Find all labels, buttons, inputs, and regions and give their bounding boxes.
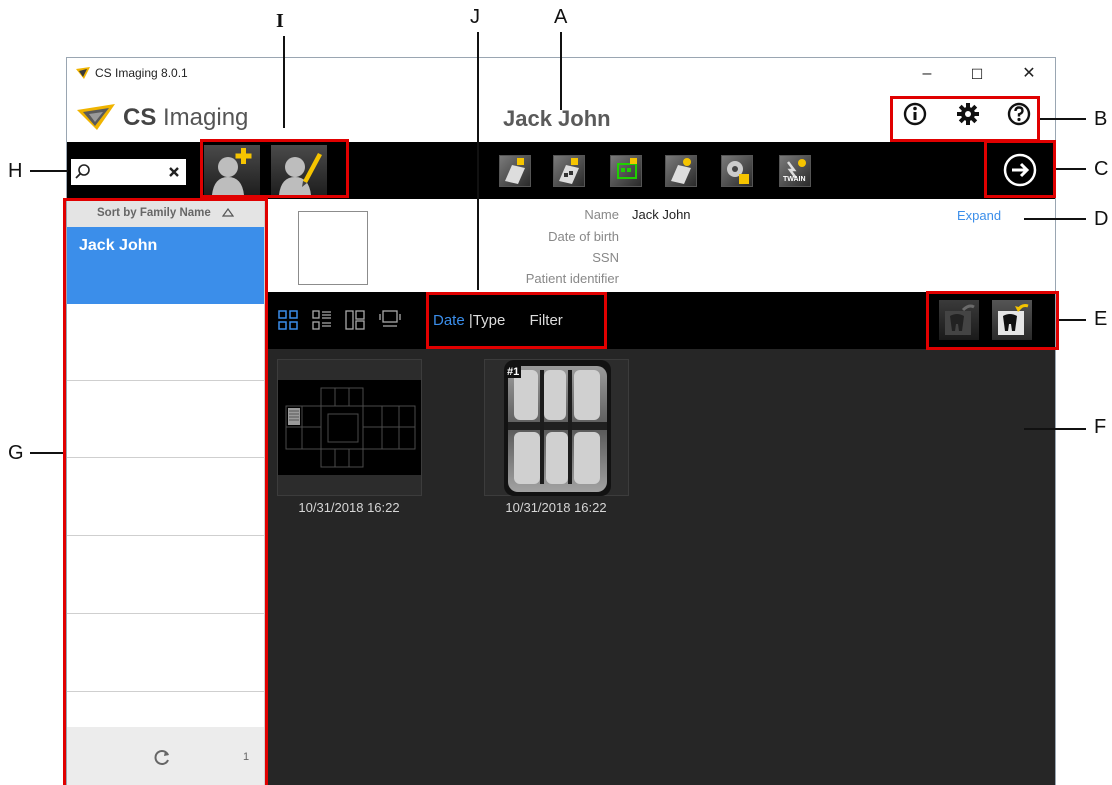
callout-line-d xyxy=(1024,218,1086,220)
highlight-box-g xyxy=(63,198,268,785)
cs-3d-icon xyxy=(727,161,749,184)
sensor-settings-button[interactable] xyxy=(665,155,697,187)
xray-sensor-icon xyxy=(505,158,525,184)
list-view-icon[interactable] xyxy=(312,310,332,330)
image-thumbnail-fmx[interactable] xyxy=(277,359,422,496)
callout-d: D xyxy=(1094,208,1109,230)
callout-a: A xyxy=(554,6,568,28)
callout-line-e xyxy=(1059,319,1086,321)
twain-label: TWAIN xyxy=(783,176,806,183)
acquire-template-button[interactable] xyxy=(610,155,642,187)
dob-label: Date of birth xyxy=(548,229,619,244)
thumbnail-date: 10/31/2018 16:22 xyxy=(298,500,400,515)
highlight-box-e xyxy=(926,291,1059,350)
callout-f: F xyxy=(1094,416,1107,438)
search-input[interactable] xyxy=(93,162,167,182)
close-button[interactable]: ✕ xyxy=(1007,60,1051,88)
acquire-fmx-button[interactable] xyxy=(553,155,585,187)
sensor-settings-icon xyxy=(671,158,691,184)
callout-line-b xyxy=(1040,118,1086,120)
cs-3d-button[interactable] xyxy=(721,155,753,187)
highlight-box-j xyxy=(426,292,607,349)
expand-link[interactable]: Expand xyxy=(957,208,1001,223)
grid-view-icon[interactable] xyxy=(278,310,298,330)
brand-logo-icon xyxy=(77,104,115,130)
ssn-label: SSN xyxy=(592,250,619,265)
template-sensor-icon xyxy=(617,158,637,179)
callout-c: C xyxy=(1094,158,1109,180)
patient-photo[interactable] xyxy=(298,211,368,285)
brand-name: CS Imaging xyxy=(123,104,249,131)
callout-g: G xyxy=(8,442,24,464)
patient-info-panel: Name Date of birth SSN Patient identifie… xyxy=(265,199,1055,292)
thumbnail-date: 10/31/2018 16:22 xyxy=(505,500,607,515)
callout-line-c xyxy=(1056,168,1086,170)
callout-line-i xyxy=(283,36,285,128)
patient-search-box[interactable] xyxy=(71,159,186,185)
acquire-intraoral-button[interactable] xyxy=(499,155,531,187)
twain-button[interactable]: TWAIN xyxy=(779,155,811,187)
search-icon xyxy=(75,164,90,179)
patient-identifier-label: Patient identifier xyxy=(525,271,619,286)
highlight-box-i xyxy=(200,139,349,198)
image-thumbnail-xray[interactable]: #1 xyxy=(484,359,629,496)
callout-h: H xyxy=(8,160,23,182)
compare-view-icon[interactable] xyxy=(345,310,365,330)
name-label: Name xyxy=(584,207,619,222)
callout-line-h xyxy=(30,170,68,172)
maximize-button[interactable]: ☐ xyxy=(955,60,999,88)
window-title: CS Imaging 8.0.1 xyxy=(95,66,188,80)
app-logo-icon xyxy=(76,67,90,79)
image-number-badge: #1 xyxy=(505,366,522,378)
patient-title: Jack John xyxy=(503,106,611,131)
callout-b: B xyxy=(1094,108,1108,130)
highlight-box-c xyxy=(984,140,1056,198)
slideshow-view-icon[interactable] xyxy=(379,309,401,329)
callout-i: I xyxy=(276,10,284,32)
image-gallery: 10/31/2018 16:22 #1 10/31/2018 16:22 xyxy=(265,349,1055,785)
minimize-button[interactable]: – xyxy=(905,60,949,88)
callout-j: J xyxy=(470,6,480,28)
name-value: Jack John xyxy=(632,207,691,222)
fmx-template-thumbnail xyxy=(278,380,421,475)
highlight-box-b xyxy=(890,96,1040,142)
bitewing-xray-image xyxy=(504,360,611,496)
callout-line-a xyxy=(560,32,562,110)
callout-e: E xyxy=(1094,308,1108,330)
callout-line-f xyxy=(1024,428,1086,430)
callout-line-g xyxy=(30,452,63,454)
fmx-sensor-icon xyxy=(559,158,579,184)
callout-line-j xyxy=(477,32,479,290)
clear-search-icon[interactable] xyxy=(168,166,180,178)
